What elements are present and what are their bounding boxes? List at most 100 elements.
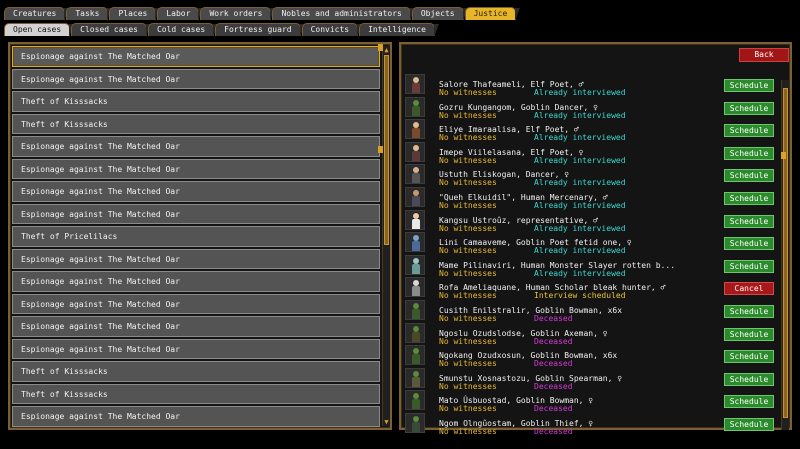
suspect-row: Imepe Viilelasana, Elf Poet, ♀ No witness… bbox=[405, 141, 777, 165]
left-corner-marker-icon bbox=[378, 44, 383, 51]
tab-creatures[interactable]: Creatures bbox=[4, 7, 70, 21]
interview-status: Deceased bbox=[534, 426, 573, 436]
case-list-item[interactable]: Espionage against The Matched Oar bbox=[12, 338, 380, 359]
portrait-head bbox=[413, 370, 419, 377]
cases-panel: Espionage against The Matched Oar Espiona… bbox=[8, 42, 392, 430]
portrait-body bbox=[412, 263, 420, 274]
schedule-interview-button[interactable]: Schedule bbox=[724, 395, 774, 409]
portrait-body bbox=[412, 128, 420, 139]
suspect-row: Lini Camaaveme, Goblin Poet fetid one, ♀… bbox=[405, 231, 777, 255]
case-list-item[interactable]: Espionage against The Matched Oar bbox=[12, 248, 380, 269]
suspect-portrait-icon bbox=[405, 74, 425, 94]
subtab-open-cases[interactable]: Open cases bbox=[4, 23, 75, 37]
suspect-portrait-icon bbox=[405, 345, 425, 366]
schedule-interview-button[interactable]: Schedule bbox=[724, 169, 774, 183]
suspect-row: Mato Ûsbuostad, Goblin Bowman, ♀ No witne… bbox=[405, 389, 777, 413]
case-list-item[interactable]: Espionage against The Matched Oar bbox=[12, 293, 380, 314]
case-list-scrollbar[interactable]: ▲ ▼ bbox=[382, 46, 390, 426]
portrait-body bbox=[412, 421, 420, 432]
suspect-list-scrollbar[interactable] bbox=[781, 80, 789, 430]
case-list-item[interactable]: Espionage against The Matched Oar bbox=[12, 136, 380, 157]
scroll-down-arrow-icon[interactable]: ▼ bbox=[383, 418, 390, 426]
suspect-row: Ustuth Eliskogan, Dancer, ♀ No witnesses A… bbox=[405, 163, 777, 187]
suspect-row: "Queh Elkuidil", Human Mercenary, ♂ No wi… bbox=[405, 186, 777, 210]
portrait-body bbox=[412, 173, 420, 184]
portrait-body bbox=[412, 218, 420, 229]
tab-labor[interactable]: Labor bbox=[157, 7, 204, 21]
suspect-list-scroll-thumb[interactable] bbox=[783, 88, 788, 418]
case-list-item[interactable]: Espionage against The Matched Oar bbox=[12, 406, 380, 427]
case-list-item[interactable]: Espionage against The Matched Oar bbox=[12, 271, 380, 292]
portrait-body bbox=[412, 354, 420, 365]
suspect-row: Ngokang Ozudxosun, Goblin Bowman, x6x No … bbox=[405, 344, 777, 368]
portrait-body bbox=[412, 308, 420, 319]
tab-justice[interactable]: Justice bbox=[464, 7, 520, 21]
portrait-body bbox=[412, 150, 420, 161]
schedule-interview-button[interactable]: Schedule bbox=[724, 191, 774, 205]
case-list-item[interactable]: Theft of Kisssacks bbox=[12, 361, 380, 382]
schedule-interview-button[interactable]: Schedule bbox=[724, 259, 774, 273]
portrait-body bbox=[412, 399, 420, 410]
case-list-item[interactable]: Espionage against The Matched Oar bbox=[12, 46, 380, 67]
schedule-interview-button[interactable]: Schedule bbox=[724, 101, 774, 115]
scroll-up-arrow-icon[interactable]: ▲ bbox=[383, 46, 390, 54]
case-list-item[interactable]: Espionage against The Matched Oar bbox=[12, 158, 380, 179]
suspect-portrait-icon bbox=[405, 322, 425, 343]
schedule-interview-button[interactable]: Schedule bbox=[724, 124, 774, 138]
case-list: Espionage against The Matched Oar Espiona… bbox=[12, 46, 380, 429]
schedule-interview-button[interactable]: Schedule bbox=[724, 304, 774, 318]
right-scroll-marker-icon bbox=[781, 152, 786, 159]
suspect-row: Eliye Imaraalisa, Elf Poet, ♂ No witnesse… bbox=[405, 118, 777, 142]
case-list-item[interactable]: Espionage against The Matched Oar bbox=[12, 203, 380, 224]
suspect-portrait-icon bbox=[405, 186, 425, 207]
case-list-item[interactable]: Theft of Kisssacks bbox=[12, 383, 380, 404]
portrait-body bbox=[412, 195, 420, 206]
cancel-interview-button[interactable]: Cancel bbox=[724, 282, 774, 296]
suspect-portrait-icon bbox=[405, 232, 425, 253]
tab-tasks[interactable]: Tasks bbox=[66, 7, 113, 21]
case-list-item[interactable]: Espionage against The Matched Oar bbox=[12, 68, 380, 89]
subtab-closed-cases[interactable]: Closed cases bbox=[71, 23, 151, 37]
suspect-row: Rofa Ameliaquane, Human Scholar bleak hu… bbox=[405, 276, 777, 300]
schedule-interview-button[interactable]: Schedule bbox=[724, 350, 774, 364]
tab-objects[interactable]: Objects bbox=[411, 7, 468, 21]
suspect-portrait-icon bbox=[405, 119, 425, 140]
suspect-row: Ngom Olngûostam, Goblin Thief, ♀ No witne… bbox=[405, 412, 777, 436]
suspect-row: Ngoslu Ozudslodse, Goblin Axeman, ♀ No wi… bbox=[405, 322, 777, 346]
schedule-interview-button[interactable]: Schedule bbox=[724, 79, 774, 92]
suspect-row: Kangsu Ustroûz, representative, ♂ No witn… bbox=[405, 209, 777, 233]
suspect-portrait-icon bbox=[405, 367, 425, 388]
portrait-body bbox=[412, 105, 420, 116]
tab-work-orders[interactable]: Work orders bbox=[200, 7, 276, 21]
suspect-portrait-icon bbox=[405, 209, 425, 230]
subtab-fortress-guard[interactable]: Fortress guard bbox=[215, 23, 306, 37]
schedule-interview-button[interactable]: Schedule bbox=[724, 214, 774, 228]
portrait-head bbox=[413, 257, 419, 264]
case-list-item[interactable]: Theft of Kisssacks bbox=[12, 113, 380, 134]
case-list-item[interactable]: Espionage against The Matched Oar bbox=[12, 181, 380, 202]
portrait-body bbox=[412, 83, 420, 93]
schedule-interview-button[interactable]: Schedule bbox=[724, 372, 774, 386]
schedule-interview-button[interactable]: Schedule bbox=[724, 417, 774, 431]
schedule-interview-button[interactable]: Schedule bbox=[724, 327, 774, 341]
case-list-item[interactable]: Theft of Pricelilacs bbox=[12, 226, 380, 247]
subtab-intelligence[interactable]: Intelligence bbox=[359, 23, 439, 37]
main-tab-bar: Creatures Tasks Places Labor Work orders Nobl… bbox=[4, 7, 520, 21]
portrait-body bbox=[412, 286, 420, 297]
case-list-item[interactable]: Theft of Kisssacks bbox=[12, 91, 380, 112]
witness-status: No witnesses bbox=[439, 426, 497, 436]
suspect-portrait-icon bbox=[405, 277, 425, 298]
subtab-cold-cases[interactable]: Cold cases bbox=[147, 23, 219, 37]
case-list-item[interactable]: Espionage against The Matched Oar bbox=[12, 316, 380, 337]
back-button[interactable]: Back bbox=[739, 48, 789, 62]
suspect-portrait-icon bbox=[405, 254, 425, 275]
schedule-interview-button[interactable]: Schedule bbox=[724, 237, 774, 251]
tab-nobles-and-administrators[interactable]: Nobles and administrators bbox=[272, 7, 416, 21]
tab-places[interactable]: Places bbox=[109, 7, 161, 21]
case-list-scroll-thumb[interactable] bbox=[384, 55, 389, 245]
subtab-convicts[interactable]: Convicts bbox=[301, 23, 362, 37]
suspect-portrait-icon bbox=[405, 164, 425, 185]
suspect-portrait-icon bbox=[405, 412, 425, 433]
suspect-portrait-icon bbox=[405, 299, 425, 320]
schedule-interview-button[interactable]: Schedule bbox=[724, 146, 774, 160]
